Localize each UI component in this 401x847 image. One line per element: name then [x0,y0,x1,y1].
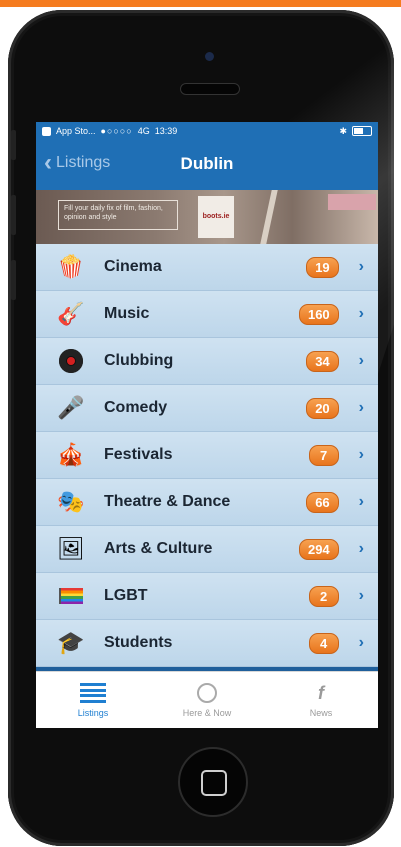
category-label: Festivals [104,446,173,463]
tab-news[interactable]: f News [264,672,378,728]
status-bar: App Sto... ●○○○○ 4G 13:39 ✱ [36,122,378,140]
count-badge: 20 [306,397,339,419]
tab-label: News [309,708,333,718]
top-accent-bar [0,0,401,7]
banner-logo: boots.ie [198,196,234,238]
status-network: 4G [137,126,150,136]
list-item[interactable]: 🎪 Festivals 7 › [36,432,378,479]
status-carrier[interactable]: App Sto... [56,126,96,136]
count-badge: 294 [298,538,339,560]
record-icon [54,346,88,376]
chevron-right-icon: › [358,399,364,416]
count-badge: 2 [308,585,339,607]
news-icon: f [318,682,324,703]
chevron-right-icon: › [358,446,364,463]
list-item[interactable]: 🖼 Arts & Culture 294 › [36,526,378,573]
app-store-back-icon [42,126,51,136]
category-label: Clubbing [104,352,174,369]
list-item[interactable]: LGBT 2 › [36,573,378,620]
count-badge: 160 [298,303,339,325]
banner-decoration [260,190,278,244]
banner-text: Fill your daily fix of film, fashion, op… [58,200,178,230]
tab-here-and-now[interactable]: Here & Now [150,672,264,728]
battery-icon [352,126,372,136]
status-time: 13:39 [154,126,178,136]
globe-icon [197,682,217,704]
circus-tent-icon: 🎪 [57,442,85,467]
chevron-right-icon: › [358,540,364,557]
chevron-right-icon: › [358,587,364,604]
microphone-icon: 🎤 [57,395,85,420]
popcorn-icon: 🍿 [57,254,85,279]
picture-icon: 🖼 [57,536,85,561]
list-item[interactable]: Clubbing 34 › [36,338,378,385]
earpiece-speaker [180,83,240,95]
theatre-masks-icon: 🎭 [57,489,85,514]
bluetooth-icon: ✱ [339,125,347,136]
tab-label: Listings [77,708,109,718]
category-label: Arts & Culture [104,540,213,557]
guitar-icon: 🎸 [57,301,85,326]
category-list: 🍿 Cinema 19 › 🎸 Music 160 › Clubbing 34 … [36,244,378,667]
chevron-right-icon: › [358,493,364,510]
home-square-icon [201,770,227,796]
category-label: Cinema [104,258,162,275]
list-item[interactable]: 🎤 Comedy 20 › [36,385,378,432]
category-label: Students [104,634,173,651]
navigation-bar: ‹ Listings Dublin [36,140,378,190]
category-label: Theatre & Dance [104,493,231,510]
tab-label: Here & Now [182,708,232,718]
count-badge: 4 [308,632,339,654]
app-screen: App Sto... ●○○○○ 4G 13:39 ✱ ‹ Listings D… [36,122,378,728]
count-badge: 34 [306,350,339,372]
volume-down-button [11,260,16,300]
list-icon [80,682,106,704]
status-signal: ●○○○○ [100,126,133,136]
mute-switch [11,130,16,160]
ad-banner[interactable]: Fill your daily fix of film, fashion, op… [36,190,378,244]
list-item[interactable]: 🎸 Music 160 › [36,291,378,338]
banner-decoration [328,194,376,210]
count-badge: 19 [306,256,339,278]
volume-up-button [11,195,16,235]
category-label: Comedy [104,399,168,416]
category-label: LGBT [104,587,148,604]
category-label: Music [104,305,150,322]
tab-listings[interactable]: Listings [36,672,150,728]
chevron-right-icon: › [358,634,364,651]
count-badge: 7 [308,444,339,466]
graduation-cap-icon: 🎓 [57,630,85,655]
tab-bar: Listings Here & Now f News [36,671,378,728]
list-item[interactable]: 🍿 Cinema 19 › [36,244,378,291]
chevron-right-icon: › [358,258,364,275]
list-item[interactable]: 🎭 Theatre & Dance 66 › [36,479,378,526]
front-camera [205,52,214,61]
rainbow-flag-icon [54,581,88,611]
page-title: Dublin [180,154,234,173]
count-badge: 66 [306,491,339,513]
list-item[interactable]: 🎓 Students 4 › [36,620,378,667]
chevron-right-icon: › [358,352,364,369]
home-button[interactable] [178,747,248,817]
chevron-right-icon: › [358,305,364,322]
